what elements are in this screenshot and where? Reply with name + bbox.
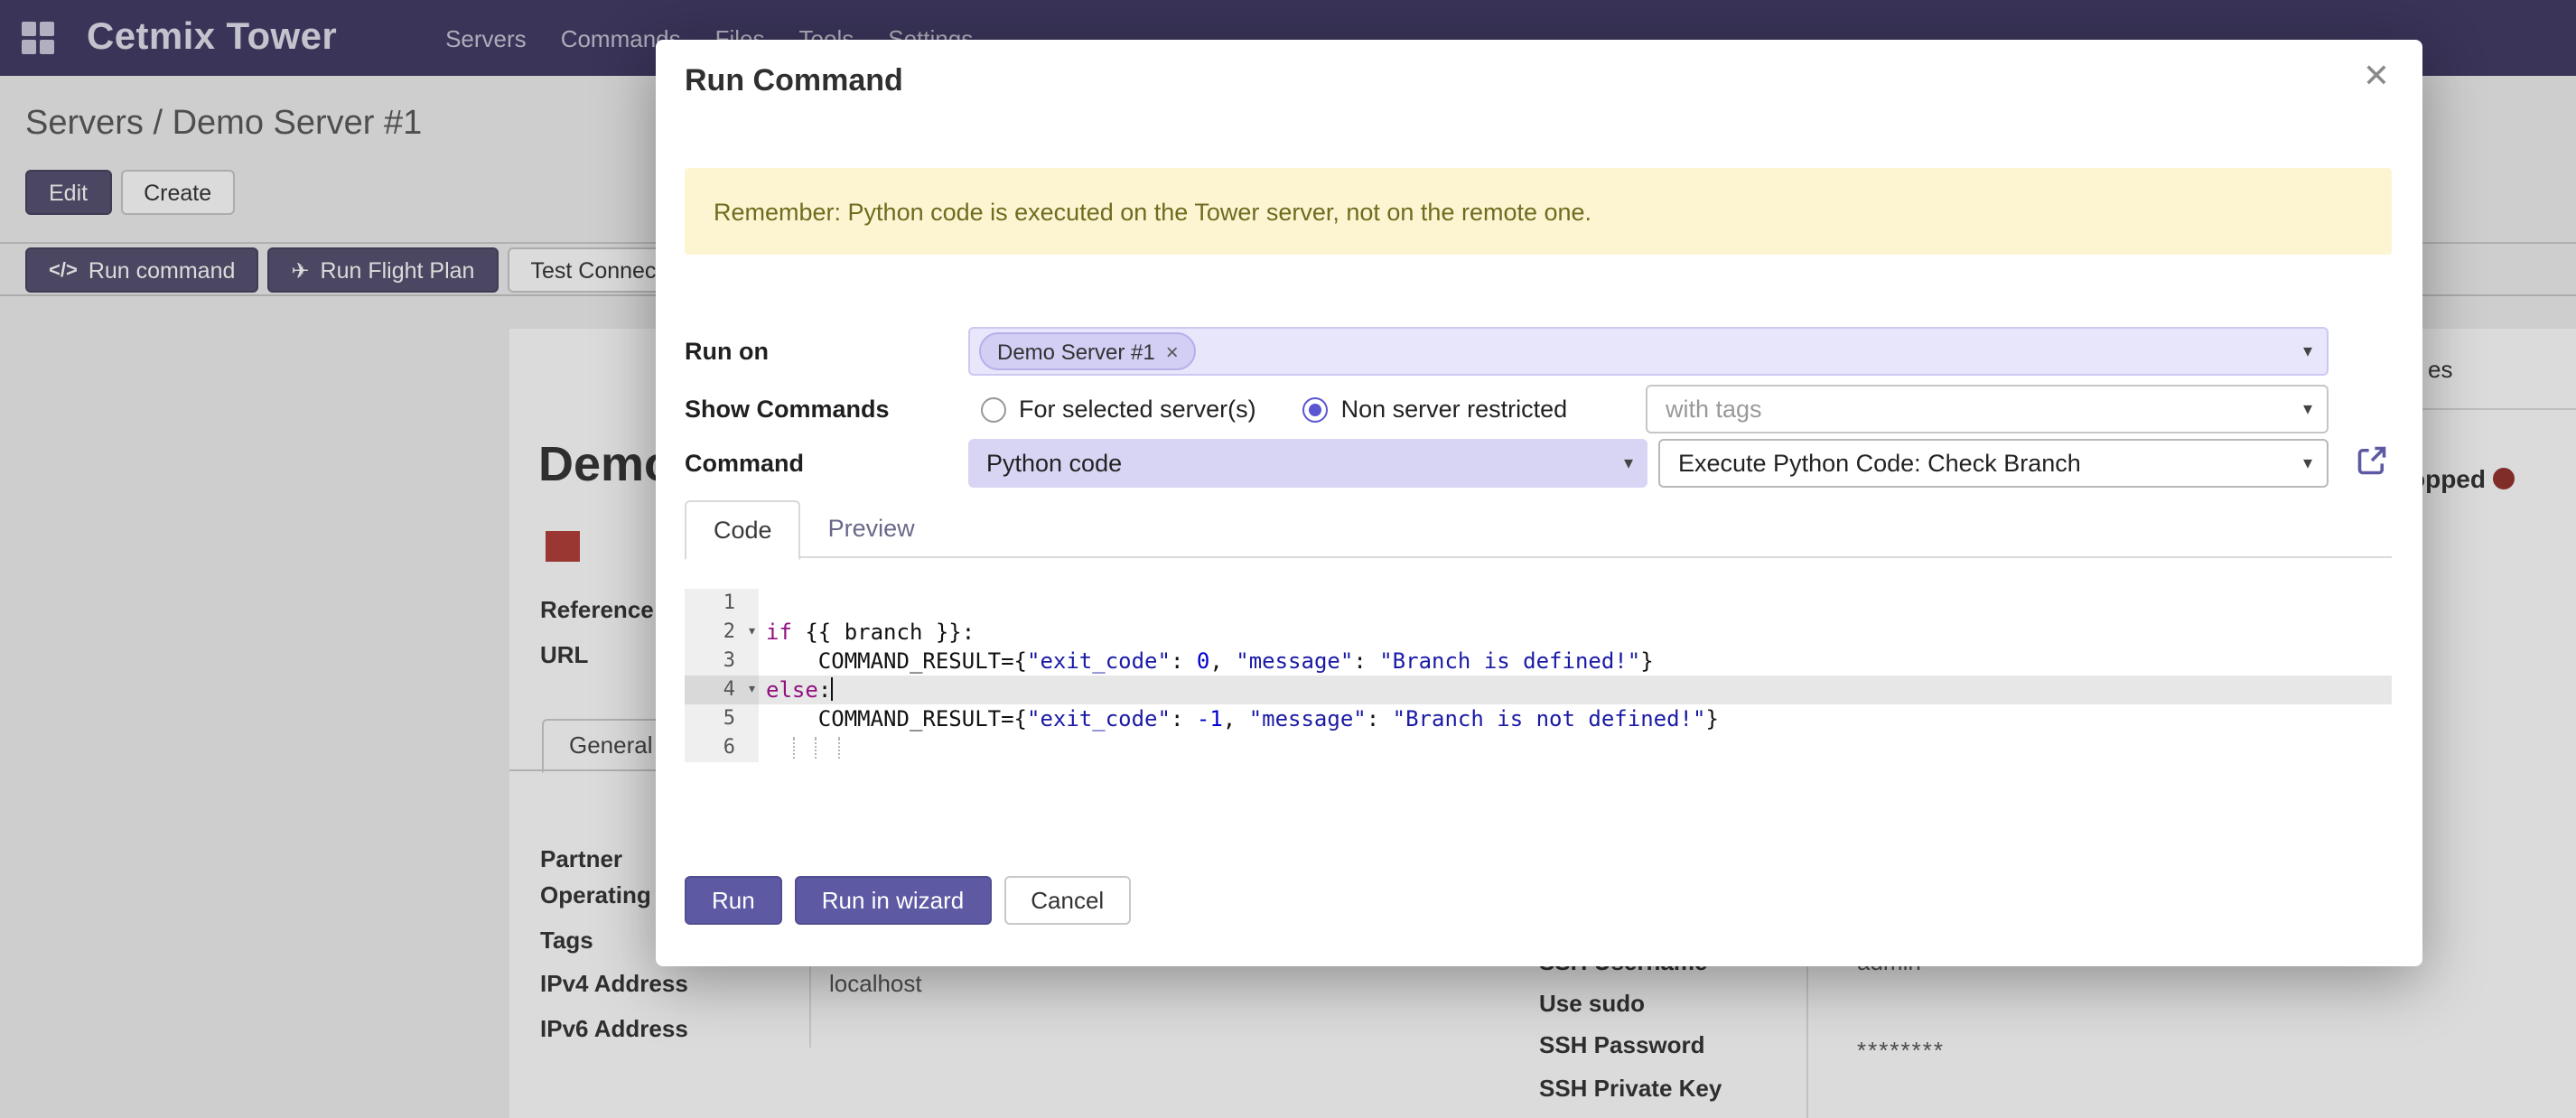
- chevron-down-icon: ▾: [2303, 399, 2312, 419]
- command-label: Command: [685, 439, 804, 488]
- indent-guide: [815, 737, 817, 759]
- line-number: 1: [685, 589, 759, 618]
- modal-title: Run Command: [685, 63, 903, 99]
- radio-non-server-restricted[interactable]: Non server restricted: [1303, 396, 1568, 423]
- with-tags-select[interactable]: with tags ▾: [1646, 385, 2329, 433]
- server-tag-label: Demo Server #1: [997, 339, 1155, 364]
- code-line-3[interactable]: 3 COMMAND_RESULT={"exit_code": 0, "messa…: [685, 647, 2392, 675]
- line-number: 6: [685, 733, 759, 762]
- radio-for-selected-servers[interactable]: For selected server(s): [981, 396, 1256, 423]
- server-tag[interactable]: Demo Server #1 ×: [979, 332, 1197, 370]
- show-commands-label: Show Commands: [685, 385, 890, 433]
- code-line-content[interactable]: if {{ branch }}:: [759, 618, 2392, 647]
- with-tags-placeholder: with tags: [1666, 396, 1762, 423]
- run-button[interactable]: Run: [685, 876, 782, 925]
- run-in-wizard-button[interactable]: Run in wizard: [795, 876, 992, 925]
- open-record-icon[interactable]: [2356, 444, 2388, 477]
- radio-selected-icon: [1303, 396, 1329, 422]
- code-line-6[interactable]: 6: [685, 733, 2392, 762]
- line-number: 5: [685, 704, 759, 733]
- fold-arrow-icon[interactable]: ▾: [747, 675, 757, 704]
- radio-label: For selected server(s): [1019, 396, 1256, 423]
- code-line-content[interactable]: [759, 733, 2392, 762]
- chevron-down-icon[interactable]: ▾: [2303, 341, 2312, 361]
- remove-tag-icon[interactable]: ×: [1166, 339, 1179, 364]
- code-line-content[interactable]: COMMAND_RESULT={"exit_code": 0, "message…: [759, 647, 2392, 675]
- code-line-5[interactable]: 5 COMMAND_RESULT={"exit_code": -1, "mess…: [685, 704, 2392, 733]
- radio-icon: [981, 396, 1006, 422]
- modal-tabs: Code Preview: [685, 500, 2392, 558]
- code-line-2[interactable]: 2▾if {{ branch }}:: [685, 618, 2392, 647]
- text-cursor: [831, 677, 833, 701]
- tab-preview[interactable]: Preview: [801, 500, 942, 556]
- command-type-value: Python code: [986, 450, 1122, 477]
- code-line-content[interactable]: else:: [759, 675, 2392, 704]
- run-command-modal: Run Command ✕ Remember: Python code is e…: [656, 40, 2422, 966]
- chevron-down-icon: ▾: [1624, 453, 1633, 473]
- screen: Cetmix Tower ServersCommandsFilesToolsSe…: [0, 0, 2576, 1118]
- warning-banner: Remember: Python code is executed on the…: [685, 168, 2392, 255]
- tab-code[interactable]: Code: [685, 500, 801, 560]
- chevron-down-icon: ▾: [2303, 453, 2312, 473]
- line-number: 3: [685, 647, 759, 675]
- fold-arrow-icon[interactable]: ▾: [747, 618, 757, 647]
- code-line-content[interactable]: [759, 589, 2392, 618]
- command-value: Execute Python Code: Check Branch: [1678, 450, 2081, 477]
- code-line-4[interactable]: 4▾else:: [685, 675, 2392, 704]
- command-type-select[interactable]: Python code ▾: [968, 439, 1647, 488]
- run-on-field[interactable]: Demo Server #1 × ▾: [968, 327, 2329, 376]
- indent-guide: [793, 737, 795, 759]
- code-line-content[interactable]: COMMAND_RESULT={"exit_code": -1, "messag…: [759, 704, 2392, 733]
- code-editor[interactable]: 12▾if {{ branch }}:3 COMMAND_RESULT={"ex…: [685, 589, 2392, 762]
- run-on-label: Run on: [685, 327, 769, 376]
- show-commands-radios: For selected server(s) Non server restri…: [981, 385, 1567, 433]
- code-line-1[interactable]: 1: [685, 589, 2392, 618]
- indent-guide: [838, 737, 840, 759]
- radio-label: Non server restricted: [1341, 396, 1568, 423]
- close-icon[interactable]: ✕: [2352, 51, 2401, 103]
- line-number: 2▾: [685, 618, 759, 647]
- line-number: 4▾: [685, 675, 759, 704]
- modal-footer: Run Run in wizard Cancel: [685, 876, 1131, 925]
- cancel-button[interactable]: Cancel: [1003, 876, 1131, 925]
- command-select[interactable]: Execute Python Code: Check Branch ▾: [1658, 439, 2329, 488]
